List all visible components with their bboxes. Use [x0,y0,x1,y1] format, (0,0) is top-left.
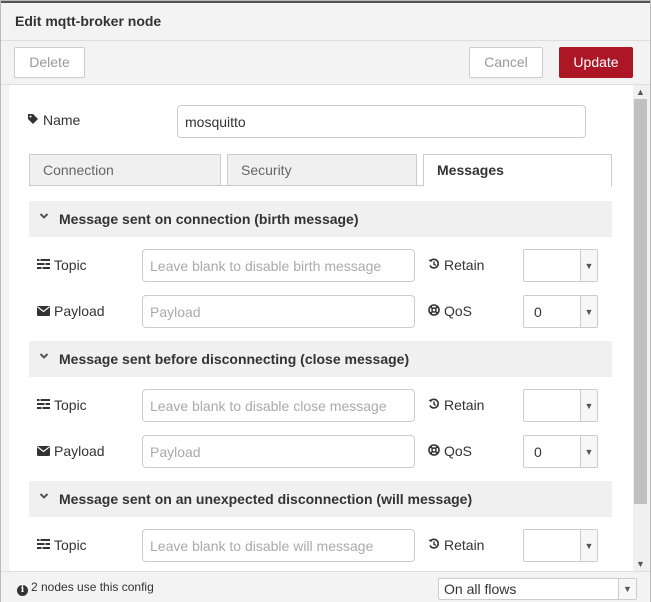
birth-message-section-header[interactable]: Message sent on connection (birth messag… [29,201,612,237]
tag-icon [27,113,39,128]
birth-retain-select[interactable]: ▼ [523,249,598,282]
scroll-up-icon[interactable]: ▲ [636,87,645,97]
birth-qos-label-row: QoS [428,303,472,319]
close-qos-value: 0 [534,443,542,460]
close-topic-label-row: Topic [37,397,87,413]
qos-label: QoS [444,443,473,459]
dialog-titlebar: Edit mqtt-broker node [1,1,650,41]
close-payload-input[interactable]: Payload [142,435,415,468]
name-label: Name [43,112,81,128]
birth-qos-select[interactable]: 0 ▼ [523,295,598,328]
close-qos-label-row: QoS [428,443,472,459]
cancel-button[interactable]: Cancel [469,47,543,78]
birth-topic-input[interactable]: Leave blank to disable birth message [142,249,415,282]
chevron-down-icon: ▼ [580,436,597,467]
close-message-section-header[interactable]: Message sent before disconnecting (close… [29,341,612,377]
body-scrollbar[interactable]: ▲ ▼ [633,85,649,571]
scrollbar-thumb[interactable] [634,99,647,504]
info-circle-icon: i [17,585,28,596]
envelope-icon [37,305,50,319]
retain-label: Retain [444,257,485,273]
section-title: Message sent before disconnecting (close… [59,351,410,367]
chevron-down-icon [39,491,49,504]
envelope-icon [37,445,50,459]
chevron-down-icon: ▼ [580,530,597,561]
dialog-toolbar: Delete Cancel Update [1,41,650,85]
dialog-body: Name mosquitto Connection Security Messa… [9,85,633,571]
scope-select-value: On all flows [444,581,517,597]
birth-retain-label-row: Retain [428,257,484,273]
scroll-down-icon[interactable]: ▼ [636,559,645,569]
tab-security[interactable]: Security [227,154,417,186]
name-input-value: mosquitto [185,113,246,130]
tab-messages[interactable]: Messages [423,154,612,187]
config-usage-text: 2 nodes use this config [31,580,154,594]
topic-label: Topic [54,257,87,273]
close-topic-placeholder: Leave blank to disable close message [150,397,387,414]
chevron-down-icon: ▼ [580,296,597,327]
will-topic-label-row: Topic [37,537,87,553]
close-topic-input[interactable]: Leave blank to disable close message [142,389,415,422]
dialog-title: Edit mqtt-broker node [15,13,162,29]
birth-payload-label-row: Payload [37,303,105,319]
close-retain-select[interactable]: ▼ [523,389,598,422]
birth-topic-placeholder: Leave blank to disable birth message [150,257,382,274]
update-button[interactable]: Update [559,47,633,78]
payload-label: Payload [54,303,105,319]
name-label-row: Name [27,112,80,128]
section-title: Message sent on connection (birth messag… [59,211,359,227]
will-topic-placeholder: Leave blank to disable will message [150,537,374,554]
topic-label: Topic [54,397,87,413]
tasks-icon [37,539,50,553]
life-ring-icon [428,444,440,459]
birth-topic-label-row: Topic [37,257,87,273]
birth-payload-input[interactable]: Payload [142,295,415,328]
history-icon [428,398,440,413]
chevron-down-icon [39,211,49,224]
tasks-icon [37,399,50,413]
will-retain-label-row: Retain [428,537,484,553]
will-retain-select[interactable]: ▼ [523,529,598,562]
retain-label: Retain [444,397,485,413]
history-icon [428,258,440,273]
birth-qos-value: 0 [534,303,542,320]
chevron-down-icon: ▼ [618,579,636,599]
close-qos-select[interactable]: 0 ▼ [523,435,598,468]
will-message-section-header[interactable]: Message sent on an unexpected disconnect… [29,481,612,517]
close-retain-label-row: Retain [428,397,484,413]
topic-label: Topic [54,537,87,553]
dialog-footer: i2 nodes use this config On all flows ▼ [1,571,650,602]
chevron-down-icon [39,351,49,364]
birth-payload-placeholder: Payload [150,303,201,320]
life-ring-icon [428,304,440,319]
history-icon [428,538,440,553]
close-payload-label-row: Payload [37,443,105,459]
delete-button[interactable]: Delete [14,47,85,78]
will-topic-input[interactable]: Leave blank to disable will message [142,529,415,562]
edit-node-dialog: Edit mqtt-broker node Delete Cancel Upda… [0,0,651,602]
close-payload-placeholder: Payload [150,443,201,460]
config-usage-info: i2 nodes use this config [17,580,154,596]
scope-select[interactable]: On all flows ▼ [438,578,637,600]
chevron-down-icon: ▼ [580,390,597,421]
qos-label: QoS [444,303,473,319]
name-input[interactable]: mosquitto [177,105,586,138]
section-title: Message sent on an unexpected disconnect… [59,491,473,507]
tab-connection[interactable]: Connection [29,154,221,186]
payload-label: Payload [54,443,105,459]
tasks-icon [37,259,50,273]
chevron-down-icon: ▼ [580,250,597,281]
retain-label: Retain [444,537,485,553]
config-tabs: Connection Security Messages [29,154,612,187]
